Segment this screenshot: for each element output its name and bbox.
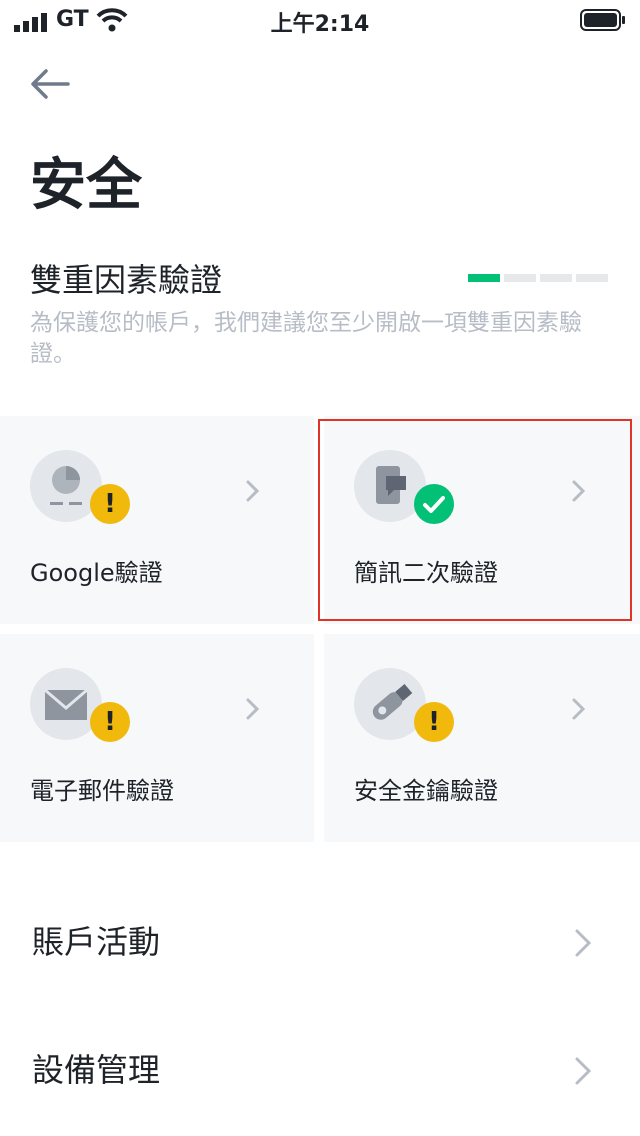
google-authenticator-card[interactable]: ! Google驗證: [0, 416, 314, 624]
method-label: 簡訊二次驗證: [354, 559, 498, 587]
warning-icon: !: [90, 484, 130, 524]
two-factor-progress: [468, 274, 610, 282]
method-label: 安全金鑰驗證: [354, 777, 498, 805]
method-label: 電子郵件驗證: [30, 777, 174, 805]
method-label: Google驗證: [30, 559, 163, 587]
battery-icon: [580, 9, 625, 31]
progress-segment-2: [504, 274, 536, 282]
account-activity-row[interactable]: 賬戶活動: [0, 892, 640, 992]
sms-verification-card[interactable]: 簡訊二次驗證: [324, 416, 640, 624]
arrow-left-icon: [31, 69, 70, 99]
two-factor-title: 雙重因素驗證: [30, 261, 223, 299]
progress-segment-1: [468, 274, 500, 282]
row-label: 設備管理: [32, 1051, 161, 1089]
check-icon: [414, 484, 454, 524]
chevron-right-icon: [246, 480, 260, 502]
clock: 上午2:14: [270, 12, 370, 37]
back-button[interactable]: [24, 62, 76, 106]
security-key-card[interactable]: ! 安全金鑰驗證: [324, 634, 640, 842]
two-factor-description: 為保護您的帳戶，我們建議您至少開啟一項雙重因素驗證。: [30, 310, 582, 367]
status-bar: GT 上午2:14: [0, 0, 640, 40]
row-label: 賬戶活動: [32, 923, 161, 961]
chevron-right-icon: [572, 480, 586, 502]
chevron-right-icon: [572, 698, 586, 720]
warning-icon: !: [90, 702, 130, 742]
chevron-right-icon: [575, 929, 592, 957]
chevron-right-icon: [246, 698, 260, 720]
email-verification-card[interactable]: ! 電子郵件驗證: [0, 634, 314, 842]
warning-icon: !: [414, 702, 454, 742]
progress-segment-4: [576, 274, 608, 282]
progress-segment-3: [540, 274, 572, 282]
page-title: 安全: [30, 153, 142, 218]
device-management-row[interactable]: 設備管理: [0, 1020, 640, 1120]
chevron-right-icon: [575, 1057, 592, 1085]
